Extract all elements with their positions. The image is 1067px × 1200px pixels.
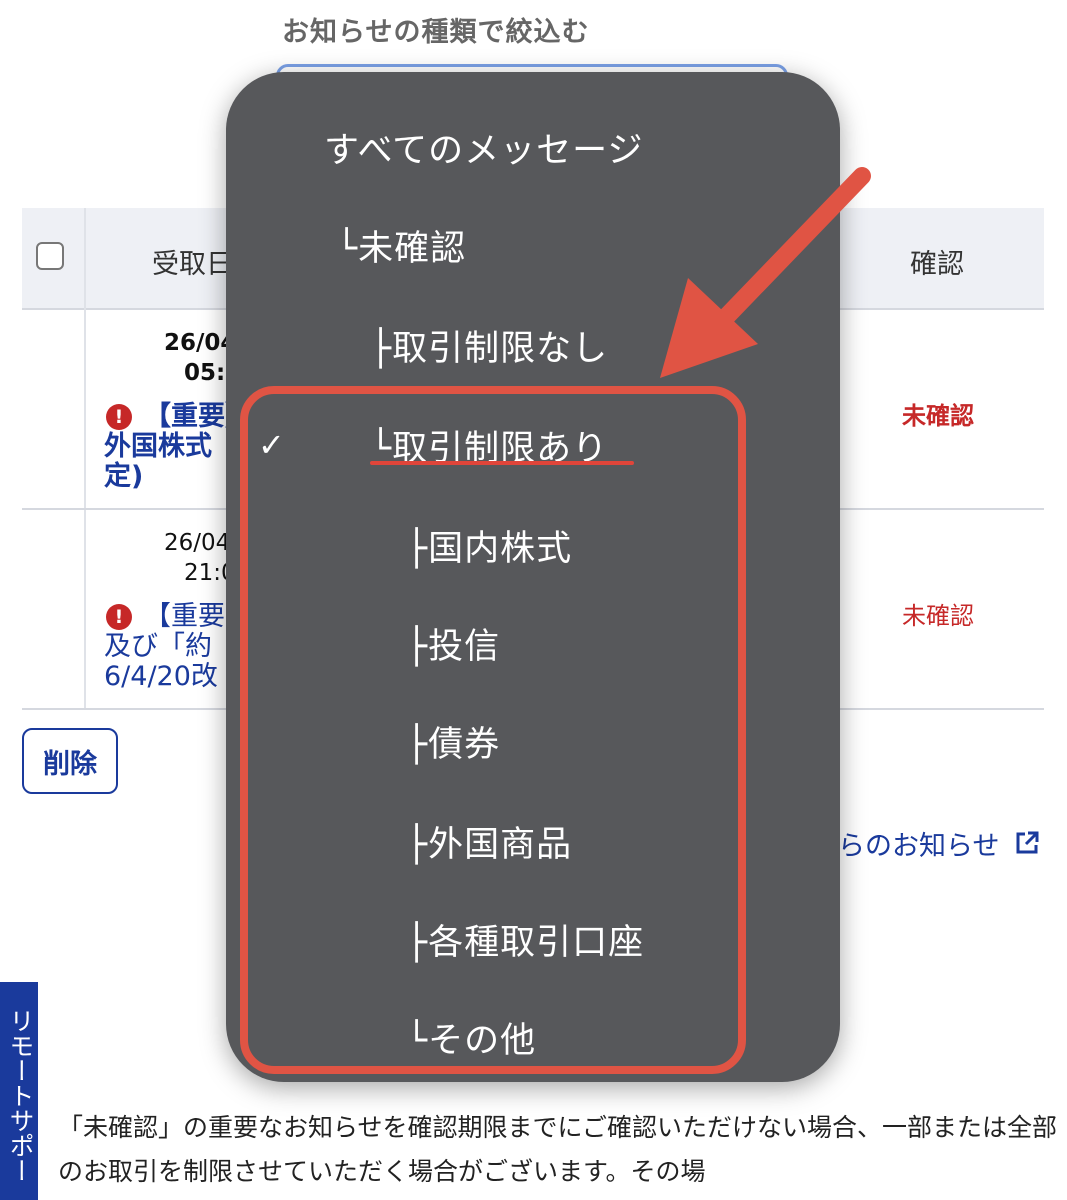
status-badge: 未確認: [902, 402, 974, 430]
remote-support-tab[interactable]: リモートサポー: [0, 982, 38, 1200]
row-date: 26/04 21:0: [164, 530, 236, 586]
menu-item-unconfirmed[interactable]: └未確認: [336, 220, 466, 271]
status-badge: 未確認: [902, 602, 974, 630]
external-link-icon: [1016, 831, 1039, 854]
select-all-checkbox[interactable]: [36, 242, 64, 270]
row-title-link[interactable]: 【重要及び「約6/4/20改: [104, 602, 244, 692]
other-notice-link[interactable]: らのお知らせ: [838, 824, 999, 863]
arrow-annotation: [660, 167, 871, 378]
notice-text: 「未確認」の重要なお知らせを確認期限までにご確認いただけない場合、一部または全部…: [58, 1113, 1058, 1186]
row-title-link[interactable]: 【重要】外国株式定): [104, 402, 244, 492]
delete-button[interactable]: 削除: [22, 728, 118, 794]
menu-item-no-restriction[interactable]: ├取引制限なし: [370, 320, 608, 371]
header-confirm: 確認: [910, 249, 964, 280]
menu-item-all[interactable]: すべてのメッセージ: [324, 122, 643, 173]
header-date: 受取日: [152, 249, 233, 280]
annotation-highlight-box: [240, 386, 746, 1074]
filter-label: お知らせの種類で絞込む: [282, 17, 590, 48]
